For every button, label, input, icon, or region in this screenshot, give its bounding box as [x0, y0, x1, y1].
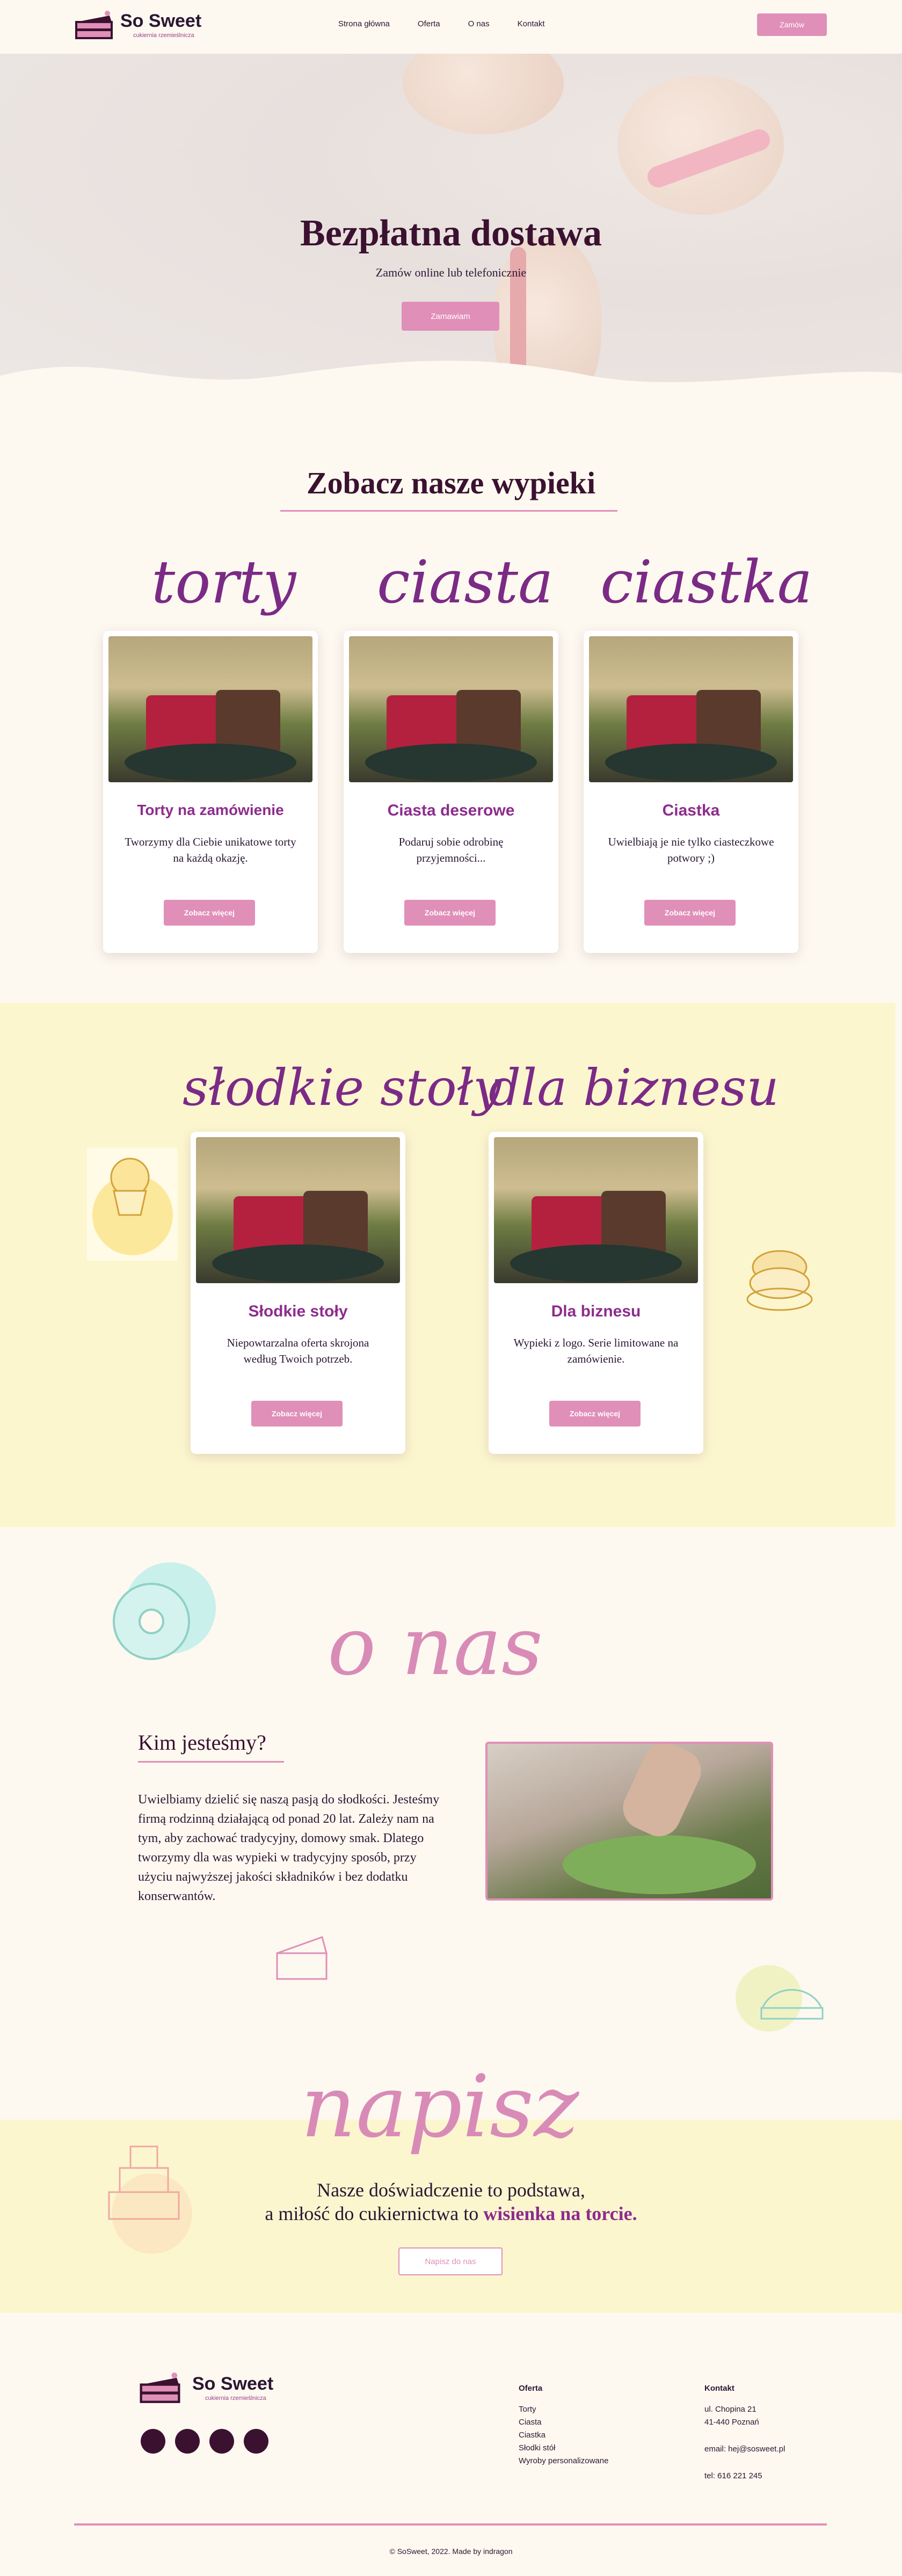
nav-item-about[interactable]: O nas — [468, 19, 490, 28]
footer-link[interactable]: Słodki stół — [519, 2442, 608, 2455]
footer-address-1: ul. Chopina 21 — [704, 2405, 756, 2414]
logo[interactable]: So Sweet cukiernia rzemieślnicza — [74, 8, 203, 43]
pancake-decoration-icon — [740, 1235, 819, 1326]
card-description: Tworzymy dla Ciebie unikatowe torty na k… — [125, 835, 296, 864]
cake-photo — [196, 1137, 400, 1283]
cake-photo — [349, 636, 553, 782]
card-title: Dla biznesu — [551, 1302, 641, 1320]
twitter-icon[interactable] — [209, 2429, 234, 2454]
card-description: Podaruj sobie odrobinę przyjemności... — [398, 835, 504, 864]
title-underline — [280, 510, 617, 512]
main-nav: Strona główna Oferta O nas Kontakt — [338, 19, 545, 28]
brand-tagline: cukiernia rzemieślnicza — [133, 32, 194, 39]
script-label-contact: napisz — [301, 2056, 579, 2157]
hero-order-button[interactable]: Zamawiam — [402, 302, 499, 331]
footer-contact-heading: Kontakt — [704, 2384, 734, 2393]
footer-logo[interactable]: So Sweet cukiernia rzemieślnicza — [139, 2372, 273, 2404]
footer-offer-links: Torty Ciasta Ciastka Słodki stół Wyroby … — [519, 2403, 608, 2468]
offer-card-pastries: Ciasta deserowe Podaruj sobie odrobinę p… — [344, 631, 558, 953]
offer-card-cookies: Ciastka Uwielbiają je nie tylko ciastecz… — [584, 631, 798, 953]
script-label-pastries: ciasta — [377, 548, 554, 616]
script-label-about: o nas — [328, 1600, 543, 1693]
write-to-us-button[interactable]: Napisz do nas — [398, 2247, 503, 2275]
footer-offer-heading: Oferta — [519, 2384, 543, 2393]
footer-link[interactable]: Wyroby personalizowane — [519, 2455, 608, 2468]
order-button[interactable]: Zamów — [757, 13, 827, 36]
see-more-button[interactable]: Zobacz więcej — [251, 1401, 343, 1427]
nav-item-offer[interactable]: Oferta — [418, 19, 440, 28]
script-label-business: dla biznesu — [489, 1059, 779, 1117]
see-more-button[interactable]: Zobacz więcej — [404, 900, 496, 926]
contact-highlight: wisienka na torcie. — [483, 2203, 637, 2224]
nav-item-contact[interactable]: Kontakt — [518, 19, 545, 28]
muffin-decoration-icon — [87, 1148, 177, 1261]
cake-photo — [494, 1137, 698, 1283]
site-header: So Sweet cukiernia rzemieślnicza Strona … — [0, 0, 902, 54]
cake-slice-decoration-icon — [274, 1932, 330, 1985]
contact-line-2: a miłość do cukiernictwa to wisienka na … — [0, 2202, 902, 2225]
card-description: Wypieki z logo. Serie limitowane na zamó… — [513, 1336, 679, 1365]
about-text: Uwielbiamy dzielić się naszą pasją do sł… — [138, 1793, 440, 1903]
card-description: Niepowtarzalna oferta skrojona według Tw… — [227, 1336, 369, 1365]
cake-photo — [589, 636, 793, 782]
hero-section: Bezpłatna dostawa Zamów online lub telef… — [0, 54, 902, 397]
card-description: Uwielbiają je nie tylko ciasteczkowe pot… — [608, 835, 774, 864]
hero-subtitle: Zamów online lub telefonicznie — [375, 266, 527, 279]
see-more-button[interactable]: Zobacz więcej — [644, 900, 736, 926]
nav-item-home[interactable]: Strona główna — [338, 19, 390, 28]
hero-title: Bezpłatna dostawa — [300, 213, 602, 254]
cake-logo-icon — [140, 2373, 180, 2403]
script-label-sweet-tables: słodkie stoły — [183, 1059, 502, 1117]
script-label-cakes: torty — [151, 548, 296, 616]
offer-card-business: Dla biznesu Wypieki z logo. Serie limito… — [489, 1132, 703, 1454]
footer-link[interactable]: Ciastka — [519, 2429, 608, 2442]
footer-link[interactable]: Torty — [519, 2403, 608, 2416]
baking-photo — [485, 1742, 773, 1901]
footer-divider — [74, 2523, 827, 2526]
wave-divider — [0, 360, 902, 397]
script-label-cookies: ciastka — [600, 548, 813, 616]
copyright: © SoSweet, 2022. Made by indragon — [389, 2547, 513, 2556]
see-more-button[interactable]: Zobacz więcej — [549, 1401, 641, 1427]
footer-address-2: 41-440 Poznań — [704, 2418, 759, 2427]
card-title: Słodkie stoły — [248, 1302, 348, 1320]
donut-decoration-icon — [103, 1562, 221, 1675]
youtube-icon[interactable] — [244, 2429, 268, 2454]
footer-email[interactable]: email: hej@sosweet.pl — [704, 2443, 785, 2456]
offer-title: Zobacz nasze wypieki — [306, 465, 596, 500]
cake-logo-icon — [75, 11, 113, 39]
about-heading: Kim jesteśmy? — [138, 1730, 266, 1755]
card-title: Ciasta deserowe — [387, 802, 515, 819]
contact-line-2-text: a miłość do cukiernictwa to — [265, 2203, 479, 2224]
offer-card-sweet-tables: Słodkie stoły Niepowtarzalna oferta skro… — [191, 1132, 405, 1454]
footer-brand-name: So Sweet — [192, 2374, 274, 2394]
macaron-image — [403, 54, 564, 134]
offer-card-cakes: Torty na zamówienie Tworzymy dla Ciebie … — [103, 631, 318, 953]
footer-phone[interactable]: tel: 616 221 245 — [704, 2470, 762, 2483]
heading-underline — [138, 1761, 284, 1763]
footer-link[interactable]: Ciasta — [519, 2416, 608, 2429]
contact-line-1: Nasze doświadczenie to podstawa, — [317, 2179, 585, 2201]
card-title: Torty na zamówienie — [137, 802, 284, 818]
footer-brand-tagline: cukiernia rzemieślnicza — [205, 2395, 266, 2402]
brand-name: So Sweet — [120, 11, 202, 31]
cake-photo — [108, 636, 312, 782]
card-title: Ciastka — [662, 802, 720, 819]
instagram-icon[interactable] — [175, 2429, 200, 2454]
facebook-icon[interactable] — [141, 2429, 165, 2454]
see-more-button[interactable]: Zobacz więcej — [164, 900, 255, 926]
pie-decoration-icon — [736, 1965, 838, 2035]
